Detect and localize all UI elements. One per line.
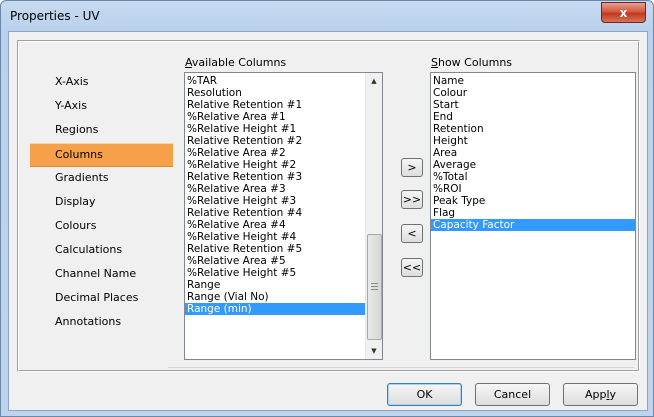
list-item[interactable]: %Relative Height #4 xyxy=(185,231,366,243)
list-item[interactable]: %Relative Height #1 xyxy=(185,123,366,135)
properties-dialog: Properties - UV x X-Axis Y-Axis Regions Col… xyxy=(0,0,654,417)
ok-button[interactable]: OK xyxy=(387,383,462,406)
nav-item-x-axis[interactable]: X-Axis xyxy=(30,71,173,95)
list-item[interactable]: Relative Retention #2 xyxy=(185,135,366,147)
apply-button[interactable]: App l y xyxy=(563,383,638,406)
title-bar[interactable]: Properties - UV x xyxy=(1,1,653,31)
remove-column-button[interactable]: < xyxy=(401,224,423,243)
list-item[interactable]: %Relative Height #2 xyxy=(185,159,366,171)
list-item[interactable]: Resolution xyxy=(185,87,366,99)
list-item[interactable]: %TAR xyxy=(185,75,366,87)
list-item[interactable]: Area xyxy=(431,147,635,159)
nav-item-channel-name[interactable]: Channel Name xyxy=(30,263,173,287)
list-item[interactable]: Colour xyxy=(431,87,635,99)
remove-all-columns-button[interactable]: << xyxy=(401,258,423,277)
list-item[interactable]: Retention xyxy=(431,123,635,135)
list-item[interactable]: Peak Type xyxy=(431,195,635,207)
close-icon: x xyxy=(619,5,628,20)
list-item[interactable]: %Relative Area #1 xyxy=(185,111,366,123)
list-item[interactable]: Height xyxy=(431,135,635,147)
category-nav: X-Axis Y-Axis Regions Columns Gradients Displ… xyxy=(30,71,173,335)
list-item[interactable]: Range (min) xyxy=(185,303,366,315)
nav-item-decimal-places[interactable]: Decimal Places xyxy=(30,287,173,311)
nav-item-colours[interactable]: Colours xyxy=(30,215,173,239)
nav-item-columns[interactable]: Columns xyxy=(30,143,173,167)
content-frame: X-Axis Y-Axis Regions Columns Gradients Displ… xyxy=(17,40,640,372)
window-title: Properties - UV xyxy=(10,9,100,23)
list-item[interactable]: Start xyxy=(431,99,635,111)
add-all-columns-button[interactable]: >> xyxy=(401,190,423,209)
list-item[interactable]: %ROI xyxy=(431,183,635,195)
cancel-button[interactable]: Cancel xyxy=(475,383,550,406)
list-item[interactable]: Relative Retention #4 xyxy=(185,207,366,219)
available-columns-list[interactable]: %TAR Resolution Relative Retention #1 %Rela… xyxy=(184,72,383,360)
list-item[interactable]: %Relative Area #3 xyxy=(185,183,366,195)
list-item[interactable]: %Relative Height #3 xyxy=(185,195,366,207)
list-item[interactable]: Name xyxy=(431,75,635,87)
list-item[interactable]: %Total xyxy=(431,171,635,183)
add-column-button[interactable]: > xyxy=(401,158,423,177)
list-item[interactable]: Relative Retention #3 xyxy=(185,171,366,183)
list-item[interactable]: %Relative Height #5 xyxy=(185,267,366,279)
nav-item-regions[interactable]: Regions xyxy=(30,119,173,143)
list-item[interactable]: End xyxy=(431,111,635,123)
dialog-client: X-Axis Y-Axis Regions Columns Gradients Displ… xyxy=(8,31,648,411)
list-item[interactable]: %Relative Area #4 xyxy=(185,219,366,231)
list-item[interactable]: Range (Vial No) xyxy=(185,291,366,303)
available-columns-label: Available Columns xyxy=(185,56,287,69)
list-item[interactable]: %Relative Area #2 xyxy=(185,147,366,159)
list-item[interactable]: Flag xyxy=(431,207,635,219)
list-item[interactable]: Relative Retention #5 xyxy=(185,243,366,255)
list-item[interactable]: Range xyxy=(185,279,366,291)
show-columns-label: Show Columns xyxy=(431,56,513,69)
scroll-up-arrow-icon[interactable]: ▲ xyxy=(366,73,382,89)
close-button[interactable]: x xyxy=(601,2,646,23)
nav-item-gradients[interactable]: Gradients xyxy=(30,167,173,191)
list-item[interactable]: Relative Retention #1 xyxy=(185,99,366,111)
nav-item-annotations[interactable]: Annotations xyxy=(30,311,173,335)
available-scrollbar[interactable]: ▲ ▼ xyxy=(365,73,382,359)
list-item[interactable]: Average xyxy=(431,159,635,171)
scroll-thumb[interactable] xyxy=(367,234,382,340)
show-columns-list[interactable]: Name Colour Start End Retention Height Area Ave… xyxy=(430,72,636,360)
list-item[interactable]: %Relative Area #5 xyxy=(185,255,366,267)
nav-item-calculations[interactable]: Calculations xyxy=(30,239,173,263)
nav-item-display[interactable]: Display xyxy=(30,191,173,215)
divider xyxy=(168,367,634,368)
scroll-down-arrow-icon[interactable]: ▼ xyxy=(366,343,382,359)
nav-item-y-axis[interactable]: Y-Axis xyxy=(30,95,173,119)
list-item[interactable]: Capacity Factor xyxy=(431,219,635,231)
